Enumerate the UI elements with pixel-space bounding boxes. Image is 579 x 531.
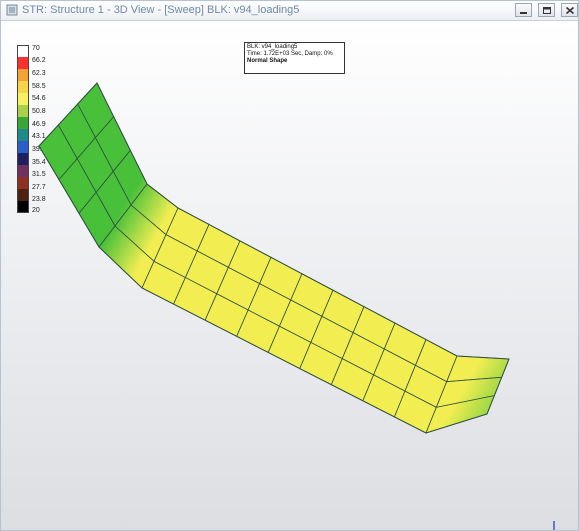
axis-triad-icon [553,521,555,530]
window-title: STR: Structure 1 - 3D View - [Sweep] BLK… [22,4,300,16]
close-button[interactable] [561,3,578,17]
close-icon [565,6,575,15]
maximize-icon [543,7,551,14]
3d-viewport[interactable]: 70 66.2 62.3 58.5 54.6 50.8 46.9 43.1 39… [1,21,578,531]
minimize-button[interactable] [515,3,532,17]
fe-plate-model[interactable] [1,21,578,531]
title-bar[interactable]: STR: Structure 1 - 3D View - [Sweep] BLK… [1,1,578,21]
app-icon [6,4,18,16]
maximize-button[interactable] [538,3,555,17]
main-window: STR: Structure 1 - 3D View - [Sweep] BLK… [0,0,579,531]
minimize-icon [520,12,527,14]
